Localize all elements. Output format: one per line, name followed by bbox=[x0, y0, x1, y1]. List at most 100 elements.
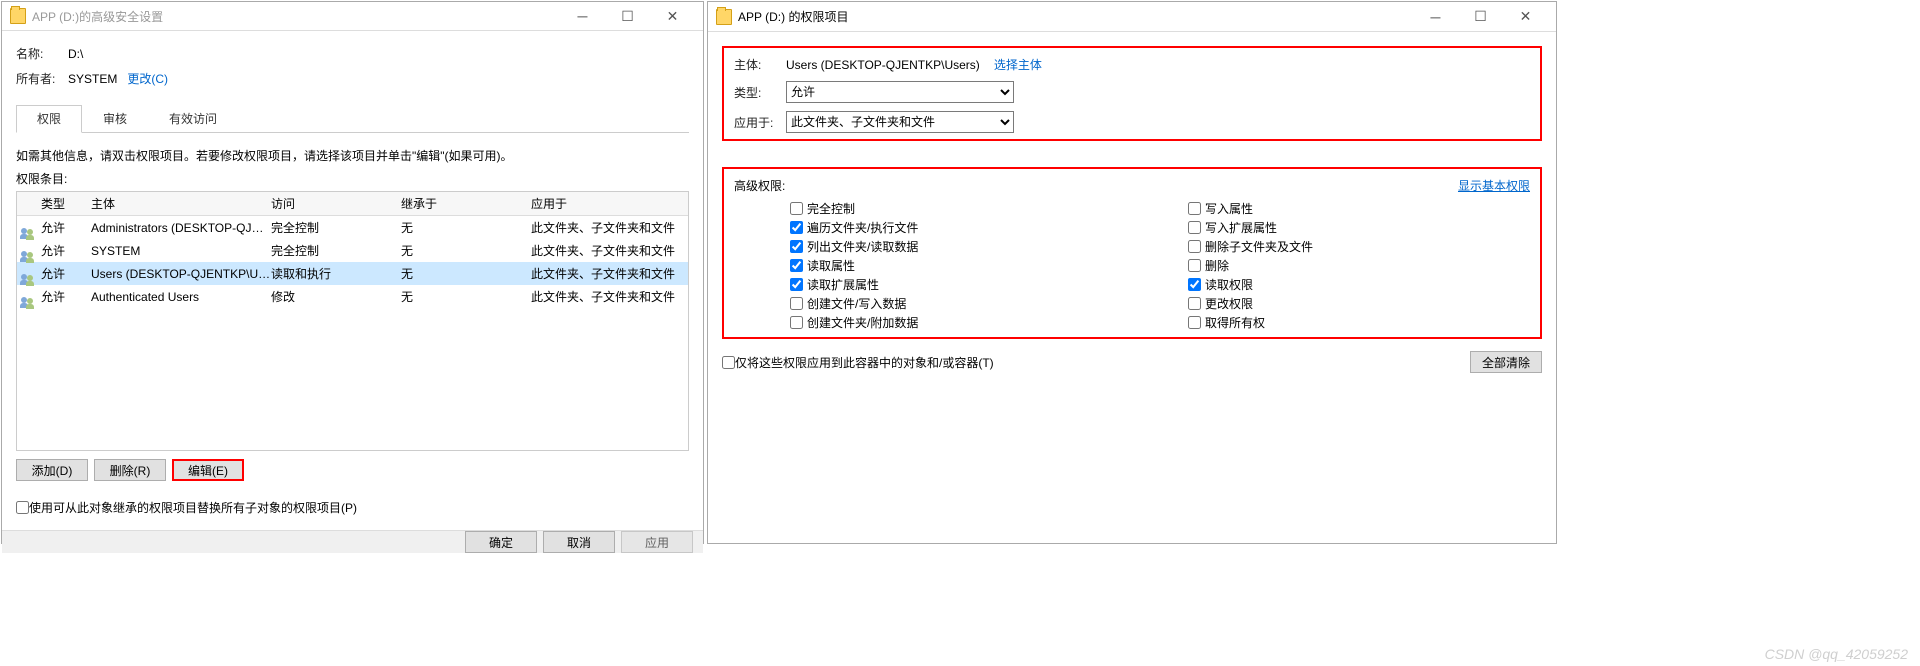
cell-inherit: 无 bbox=[401, 219, 531, 236]
permissions-list[interactable]: 类型 主体 访问 继承于 应用于 允许Administrators (DESKT… bbox=[16, 191, 689, 451]
col-access: 访问 bbox=[271, 195, 401, 212]
only-apply-box[interactable] bbox=[722, 356, 735, 369]
name-label: 名称: bbox=[16, 45, 68, 62]
col-inherit: 继承于 bbox=[401, 195, 531, 212]
perm-box[interactable] bbox=[790, 278, 803, 291]
perm-col-right: 写入属性写入扩展属性删除子文件夹及文件删除读取权限更改权限取得所有权 bbox=[1132, 200, 1530, 331]
edit-button[interactable]: 编辑(E) bbox=[172, 459, 244, 481]
permission-checkbox[interactable]: 遍历文件夹/执行文件 bbox=[790, 219, 1132, 236]
perm-box[interactable] bbox=[790, 297, 803, 310]
replace-inherit-checkbox[interactable]: 使用可从此对象继承的权限项目替换所有子对象的权限项目(P) bbox=[16, 499, 689, 516]
advanced-permissions-label: 高级权限: bbox=[734, 177, 785, 194]
perm-label: 删除子文件夹及文件 bbox=[1205, 238, 1313, 255]
advanced-security-window: APP (D:)的高级安全设置 ─ ☐ ✕ 名称: D:\ 所有者: SYSTE… bbox=[1, 1, 704, 544]
permissions-section-highlight: 高级权限: 显示基本权限 完全控制遍历文件夹/执行文件列出文件夹/读取数据读取属… bbox=[722, 167, 1542, 339]
tab-effective-access[interactable]: 有效访问 bbox=[148, 105, 238, 132]
perm-box[interactable] bbox=[790, 240, 803, 253]
perm-box[interactable] bbox=[790, 259, 803, 272]
permission-checkbox[interactable]: 读取扩展属性 bbox=[790, 276, 1132, 293]
only-apply-checkbox[interactable]: 仅将这些权限应用到此容器中的对象和/或容器(T) bbox=[722, 354, 994, 371]
select-principal-link[interactable]: 选择主体 bbox=[994, 56, 1042, 73]
owner-label: 所有者: bbox=[16, 70, 68, 87]
tabs: 权限 审核 有效访问 bbox=[16, 105, 689, 133]
minimize-button[interactable]: ─ bbox=[1413, 3, 1458, 31]
permission-checkbox[interactable]: 删除子文件夹及文件 bbox=[1188, 238, 1530, 255]
ok-button[interactable]: 确定 bbox=[465, 531, 537, 553]
type-dropdown[interactable]: 允许 bbox=[786, 81, 1014, 103]
table-row[interactable]: 允许SYSTEM完全控制无此文件夹、子文件夹和文件 bbox=[17, 239, 688, 262]
principal-section-highlight: 主体: Users (DESKTOP-QJENTKP\Users) 选择主体 类… bbox=[722, 46, 1542, 141]
change-owner-link[interactable]: 更改(C) bbox=[127, 70, 168, 87]
perm-label: 更改权限 bbox=[1205, 295, 1253, 312]
permission-checkbox[interactable]: 列出文件夹/读取数据 bbox=[790, 238, 1132, 255]
show-basic-link[interactable]: 显示基本权限 bbox=[1458, 177, 1530, 194]
replace-inherit-label: 使用可从此对象继承的权限项目替换所有子对象的权限项目(P) bbox=[29, 499, 357, 516]
perm-label: 完全控制 bbox=[807, 200, 855, 217]
cell-type: 允许 bbox=[41, 265, 91, 282]
only-apply-label: 仅将这些权限应用到此容器中的对象和/或容器(T) bbox=[735, 354, 994, 371]
permission-checkbox[interactable]: 写入扩展属性 bbox=[1188, 219, 1530, 236]
principal-value: Users (DESKTOP-QJENTKP\Users) bbox=[786, 58, 980, 72]
permission-checkbox[interactable]: 更改权限 bbox=[1188, 295, 1530, 312]
principal-label: 主体: bbox=[734, 56, 786, 73]
applies-to-dropdown[interactable]: 此文件夹、子文件夹和文件 bbox=[786, 111, 1014, 133]
list-header: 类型 主体 访问 继承于 应用于 bbox=[17, 192, 688, 216]
permission-checkbox[interactable]: 读取属性 bbox=[790, 257, 1132, 274]
list-label: 权限条目: bbox=[16, 170, 689, 187]
cell-access: 读取和执行 bbox=[271, 265, 401, 282]
permission-checkbox[interactable]: 写入属性 bbox=[1188, 200, 1530, 217]
perm-label: 列出文件夹/读取数据 bbox=[807, 238, 918, 255]
cell-apply: 此文件夹、子文件夹和文件 bbox=[531, 219, 684, 236]
permission-checkbox[interactable]: 创建文件夹/附加数据 bbox=[790, 314, 1132, 331]
perm-box[interactable] bbox=[1188, 240, 1201, 253]
clear-all-button[interactable]: 全部清除 bbox=[1470, 351, 1542, 373]
table-row[interactable]: 允许Users (DESKTOP-QJENTKP\Users)读取和执行无此文件… bbox=[17, 262, 688, 285]
permission-checkbox[interactable]: 读取权限 bbox=[1188, 276, 1530, 293]
perm-box[interactable] bbox=[1188, 316, 1201, 329]
name-value: D:\ bbox=[68, 47, 83, 61]
permission-checkbox[interactable]: 创建文件/写入数据 bbox=[790, 295, 1132, 312]
close-button[interactable]: ✕ bbox=[1503, 3, 1548, 31]
hint-text: 如需其他信息，请双击权限项目。若要修改权限项目，请选择该项目并单击"编辑"(如果… bbox=[16, 147, 689, 164]
cell-principal: SYSTEM bbox=[91, 244, 271, 258]
perm-label: 创建文件夹/附加数据 bbox=[807, 314, 918, 331]
cancel-button[interactable]: 取消 bbox=[543, 531, 615, 553]
table-row[interactable]: 允许Administrators (DESKTOP-QJEN...完全控制无此文… bbox=[17, 216, 688, 239]
type-label: 类型: bbox=[734, 84, 786, 101]
remove-button[interactable]: 删除(R) bbox=[94, 459, 166, 481]
perm-box[interactable] bbox=[1188, 202, 1201, 215]
perm-box[interactable] bbox=[790, 202, 803, 215]
replace-inherit-box[interactable] bbox=[16, 501, 29, 514]
maximize-button[interactable]: ☐ bbox=[1458, 3, 1503, 31]
owner-value: SYSTEM bbox=[68, 72, 117, 86]
perm-box[interactable] bbox=[1188, 278, 1201, 291]
titlebar-right: APP (D:) 的权限项目 ─ ☐ ✕ bbox=[708, 2, 1556, 32]
cell-access: 修改 bbox=[271, 288, 401, 305]
permission-checkbox[interactable]: 删除 bbox=[1188, 257, 1530, 274]
table-row[interactable]: 允许Authenticated Users修改无此文件夹、子文件夹和文件 bbox=[17, 285, 688, 308]
close-button[interactable]: ✕ bbox=[650, 2, 695, 30]
permission-entry-window: APP (D:) 的权限项目 ─ ☐ ✕ 主体: Users (DESKTOP-… bbox=[707, 1, 1557, 544]
col-type: 类型 bbox=[41, 195, 91, 212]
tab-auditing[interactable]: 审核 bbox=[82, 105, 148, 132]
perm-box[interactable] bbox=[790, 316, 803, 329]
cell-apply: 此文件夹、子文件夹和文件 bbox=[531, 265, 684, 282]
perm-box[interactable] bbox=[790, 221, 803, 234]
perm-label: 读取扩展属性 bbox=[807, 276, 879, 293]
perm-box[interactable] bbox=[1188, 259, 1201, 272]
col-principal: 主体 bbox=[91, 195, 271, 212]
maximize-button[interactable]: ☐ bbox=[605, 2, 650, 30]
apply-button[interactable]: 应用 bbox=[621, 531, 693, 553]
window-title-right: APP (D:) 的权限项目 bbox=[738, 8, 1413, 25]
add-button[interactable]: 添加(D) bbox=[16, 459, 88, 481]
permission-checkbox[interactable]: 取得所有权 bbox=[1188, 314, 1530, 331]
watermark: CSDN @qq_42059252 bbox=[1765, 646, 1908, 662]
cell-type: 允许 bbox=[41, 219, 91, 236]
permission-checkbox[interactable]: 完全控制 bbox=[790, 200, 1132, 217]
tab-permissions[interactable]: 权限 bbox=[16, 105, 82, 133]
perm-box[interactable] bbox=[1188, 221, 1201, 234]
cell-principal: Users (DESKTOP-QJENTKP\Users) bbox=[91, 267, 271, 281]
perm-label: 读取权限 bbox=[1205, 276, 1253, 293]
minimize-button[interactable]: ─ bbox=[560, 2, 605, 30]
perm-box[interactable] bbox=[1188, 297, 1201, 310]
